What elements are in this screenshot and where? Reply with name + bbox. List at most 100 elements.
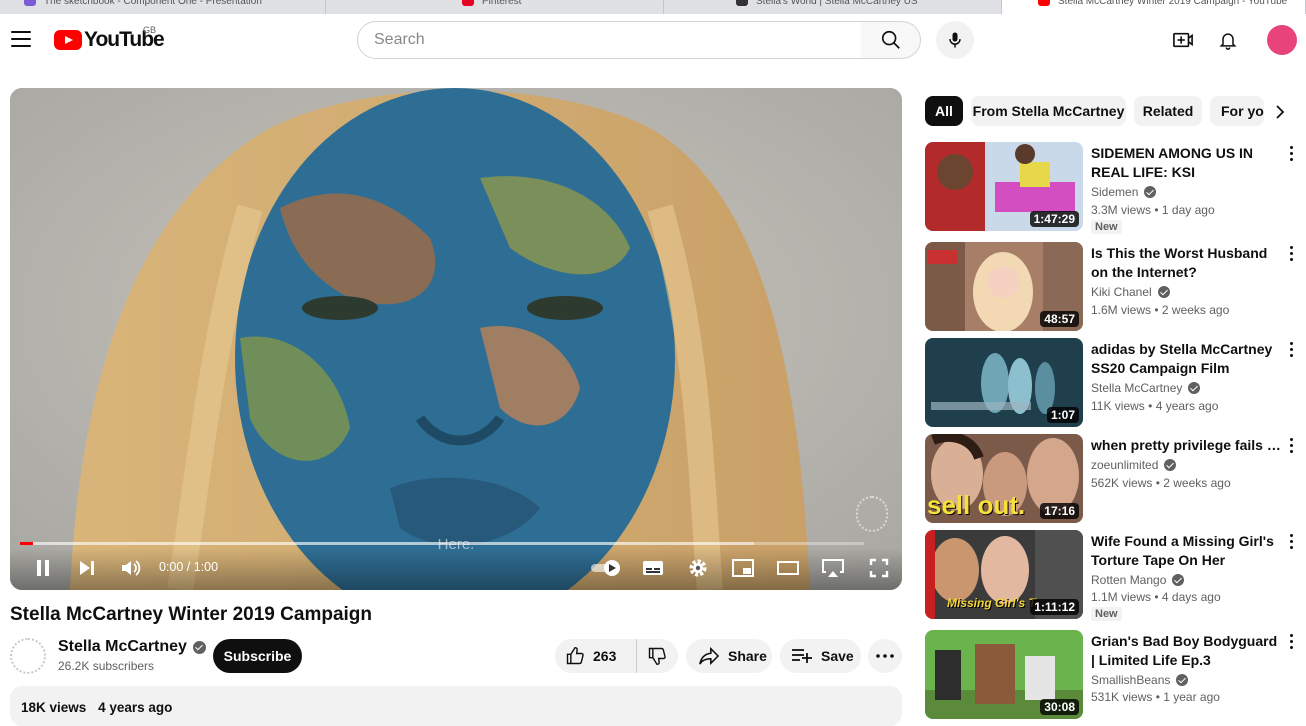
verified-icon — [1164, 459, 1177, 471]
youtube-play-icon — [54, 30, 82, 50]
miniplayer-icon — [732, 559, 754, 577]
video-duration: 30:08 — [1040, 699, 1079, 715]
more-actions-button[interactable] — [868, 639, 902, 673]
fullscreen-button[interactable] — [867, 557, 891, 579]
create-button[interactable] — [1171, 28, 1195, 52]
share-button[interactable]: Share — [686, 639, 772, 673]
fullscreen-icon — [869, 558, 889, 578]
recommendation-meta: 1.1M views • 4 days ago — [1091, 590, 1221, 604]
airplay-icon — [822, 559, 844, 577]
filter-chips: All From Stella McCartney Related For yo… — [925, 96, 1297, 126]
browser-tab[interactable]: The sketchbook - Component One - Present… — [0, 0, 326, 14]
volume-button[interactable] — [119, 557, 143, 579]
recommendation-channel: Rotten Mango — [1091, 573, 1185, 587]
chip-all[interactable]: All — [925, 96, 963, 126]
like-button[interactable]: 263 — [555, 639, 637, 673]
recommendation-channel: Kiki Chanel — [1091, 285, 1170, 299]
like-count: 263 — [593, 648, 617, 664]
more-vert-icon[interactable] — [1285, 534, 1297, 554]
pause-button[interactable] — [31, 557, 55, 579]
recommendation-item[interactable]: Missing Girl's T 1:11:12 Wife Found a Mi… — [925, 530, 1297, 621]
views-text: 1.6M views — [1091, 303, 1152, 317]
recommendation-title: Grian's Bad Boy Bodyguard | Limited Life… — [1091, 633, 1278, 668]
subtitles-button[interactable] — [641, 557, 665, 579]
progress-bar[interactable] — [20, 542, 864, 545]
volume-icon — [122, 560, 141, 576]
browser-tab[interactable]: Stella's World | Stella McCartney US — [664, 0, 1002, 14]
more-vert-icon[interactable] — [1285, 146, 1297, 166]
video-duration: 48:57 — [1040, 311, 1079, 327]
theater-mode-button[interactable] — [776, 557, 800, 579]
recommendation-item[interactable]: 30:08 Grian's Bad Boy Bodyguard | Limite… — [925, 630, 1297, 720]
channel-text: Rotten Mango — [1091, 573, 1167, 587]
browser-tab-active[interactable]: Stella McCartney Winter 2019 Campaign - … — [1002, 0, 1306, 14]
save-label: Save — [821, 648, 854, 664]
channel-name[interactable]: Stella McCartney — [58, 638, 206, 656]
more-vert-icon[interactable] — [1285, 634, 1297, 654]
video-thumbnail: 48:57 — [925, 242, 1083, 331]
views-text: 562K views — [1091, 476, 1153, 490]
browser-tab[interactable]: Pinterest — [326, 0, 664, 14]
views-text: 1.1M views — [1091, 590, 1152, 604]
more-vert-icon[interactable] — [1285, 246, 1297, 266]
channel-avatar[interactable] — [10, 638, 46, 674]
upload-age: 4 years ago — [98, 700, 173, 715]
autoplay-toggle-icon — [591, 560, 620, 576]
theater-icon — [777, 561, 799, 575]
recommendation-channel: zoeunlimited — [1091, 458, 1177, 472]
search-button[interactable] — [861, 21, 921, 59]
recommendation-item[interactable]: 1:47:29 SIDEMEN AMONG US IN REAL LIFE: K… — [925, 142, 1297, 234]
recommendation-meta: 531K views • 1 year ago — [1091, 690, 1220, 704]
chip-related[interactable]: Related — [1134, 96, 1202, 126]
miniplayer-button[interactable] — [731, 557, 755, 579]
thumbnail-overlay-text: Missing Girl's T — [947, 596, 1036, 610]
search-icon — [881, 30, 900, 49]
account-avatar[interactable] — [1267, 25, 1297, 55]
notifications-button[interactable] — [1216, 28, 1240, 52]
subscribe-button[interactable]: Subscribe — [213, 639, 302, 673]
dislike-button[interactable] — [637, 639, 677, 673]
search-placeholder: Search — [374, 31, 425, 48]
verified-icon — [1144, 186, 1157, 198]
chips-next-button[interactable] — [1268, 100, 1292, 124]
recommendation-title: when pretty privilege fails you — [1091, 437, 1281, 453]
chip-from-channel[interactable]: From Stella McCartney — [971, 96, 1126, 126]
settings-button[interactable] — [686, 557, 710, 579]
save-button[interactable]: Save — [780, 639, 861, 673]
video-player[interactable]: Here. 0:00 / 1:00 — [10, 88, 902, 590]
age-text: 4 days ago — [1161, 590, 1221, 604]
bell-icon — [1219, 33, 1237, 50]
recommendation-item[interactable]: sell out. 17:16 when pretty privilege fa… — [925, 434, 1297, 524]
verified-icon — [192, 640, 206, 654]
views-text: 531K views — [1091, 690, 1153, 704]
channel-text: Sidemen — [1091, 185, 1139, 199]
voice-search-button[interactable] — [936, 21, 974, 59]
age-text: 2 weeks ago — [1161, 303, 1230, 317]
video-title: Stella McCartney Winter 2019 Campaign — [10, 604, 373, 625]
chip-for-you[interactable]: For you — [1210, 96, 1264, 126]
search-input[interactable]: Search — [357, 21, 862, 59]
more-vert-icon[interactable] — [1285, 342, 1297, 362]
video-duration: 1:47:29 — [1029, 211, 1079, 227]
next-button[interactable] — [75, 557, 99, 579]
youtube-logo[interactable]: YouTube GB — [54, 25, 165, 52]
channel-text: SmallishBeans — [1091, 673, 1171, 687]
channel-text: zoeunlimited — [1091, 458, 1159, 472]
recommendation-item[interactable]: 48:57 Is This the Worst Husband on the I… — [925, 242, 1297, 332]
chevron-right-icon — [1276, 105, 1285, 119]
recommendation-item[interactable]: 1:07 adidas by Stella McCartney SS20 Cam… — [925, 338, 1297, 428]
video-thumbnail: 30:08 — [925, 630, 1083, 719]
pause-icon — [37, 560, 49, 576]
description-box[interactable]: 18K views 4 years ago — [10, 686, 902, 726]
menu-icon[interactable] — [11, 31, 31, 47]
more-vert-icon[interactable] — [1285, 438, 1297, 458]
video-thumbnail: 1:07 — [925, 338, 1083, 427]
cast-button[interactable] — [821, 557, 845, 579]
recommendation-channel: SmallishBeans — [1091, 673, 1189, 687]
recommendation-meta: 3.3M views • 1 day ago — [1091, 203, 1215, 217]
tab-favicon-icon — [462, 0, 474, 6]
gear-icon — [689, 559, 707, 577]
autoplay-toggle[interactable] — [590, 557, 622, 579]
share-label: Share — [728, 648, 767, 664]
recommendation-title: Wife Found a Missing Girl's Torture Tape… — [1091, 533, 1274, 568]
